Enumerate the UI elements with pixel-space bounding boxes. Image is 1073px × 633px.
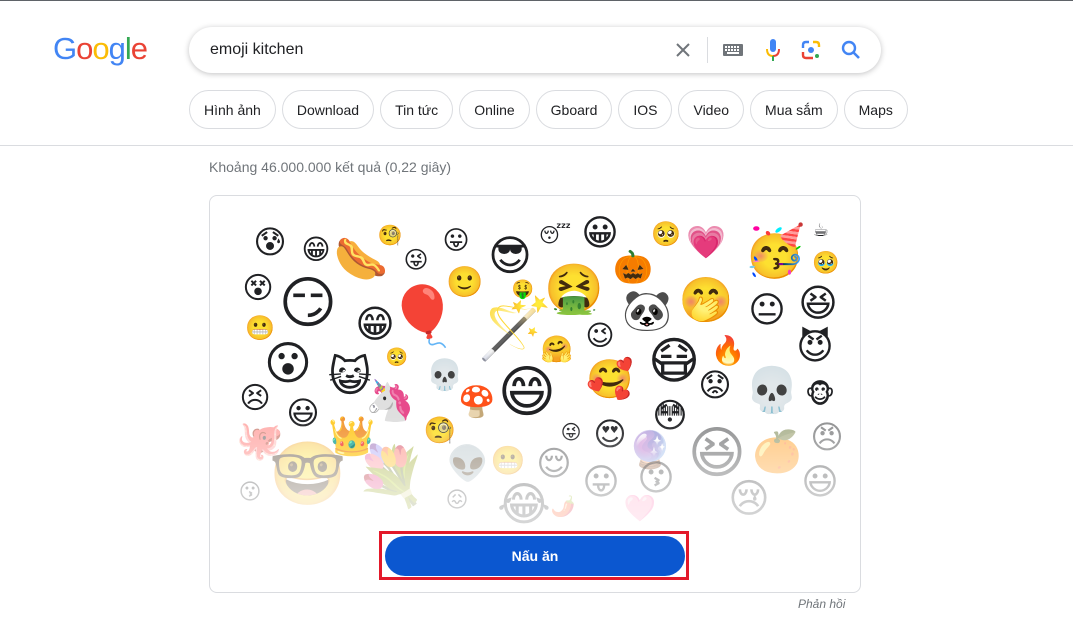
chip-images[interactable]: Hình ảnh — [189, 90, 276, 129]
emoji-pepper-icon: 🌶️ — [550, 494, 576, 518]
emoji-grin-icon: 😁 — [355, 302, 395, 346]
window-top-border — [0, 0, 1073, 1]
emoji-nerd-icon: 🤓 — [269, 437, 347, 510]
emoji-grin-side-icon: 😃 — [801, 462, 839, 503]
emoji-hand-mouth-icon: 🤭 — [678, 275, 734, 326]
emoji-orange-icon: 🍊 — [752, 429, 802, 475]
feedback-link[interactable]: Phản hồi — [798, 597, 845, 611]
emoji-flushed-icon: 😳 — [652, 396, 688, 436]
emoji-pleading-icon: 🥺 — [651, 220, 681, 248]
emoji-one-eye-icon: 🧐 — [377, 223, 403, 247]
chip-gboard[interactable]: Gboard — [535, 90, 613, 129]
emoji-grin-heart-icon: 😁 — [301, 233, 331, 266]
emoji-pink-heart-icon: 🩷 — [623, 494, 657, 524]
emoji-skull-icon: 💀 — [744, 365, 800, 416]
emoji-smirk-small-icon: 😉 — [585, 319, 615, 352]
emoji-mushroom-icon: 🍄 — [458, 385, 496, 420]
cook-button[interactable]: Nấu ăn — [385, 536, 685, 576]
chip-video[interactable]: Video — [678, 90, 745, 129]
emoji-sunglasses-icon: 😎 — [488, 231, 532, 280]
search-filter-chips: Hình ảnh Download Tin tức Online Gboard … — [189, 90, 908, 129]
emoji-hearts-face-icon: 🥰 — [586, 357, 634, 401]
emoji-tongue-out-icon: 😛 — [582, 462, 620, 503]
emoji-fire-icon: 🔥 — [710, 334, 746, 367]
search-input[interactable] — [210, 27, 660, 73]
emoji-smirk-grin-icon: 😆 — [798, 281, 838, 325]
emoji-alien-icon: 👽 — [446, 444, 490, 484]
emoji-neutral-icon: 😐 — [748, 290, 786, 331]
google-logo[interactable]: Google — [53, 31, 148, 67]
emoji-panda-icon: 🐼 — [622, 288, 672, 334]
chip-download[interactable]: Download — [281, 90, 375, 129]
emoji-heart-eyes-icon: 😍 — [593, 415, 627, 453]
emoji-angry-icon: 😠 — [810, 418, 844, 456]
search-icon[interactable] — [839, 27, 863, 73]
emoji-smile-open-icon: 😃 — [286, 394, 320, 432]
logo-letter: o — [92, 31, 109, 66]
emoji-flower-crown-icon: 😀 — [581, 213, 619, 254]
emoji-tongue-small-icon: 😜 — [560, 420, 582, 444]
emoji-tiny-squint-icon: 😖 — [445, 488, 469, 513]
logo-letter: g — [108, 31, 126, 66]
search-divider — [707, 37, 708, 63]
emoji-anxious-face-icon: 😰 — [253, 223, 287, 261]
emoji-wink-tongue-icon: 😜 — [403, 246, 429, 274]
emoji-crying-laugh-icon: 😢 — [728, 476, 770, 522]
chip-shopping[interactable]: Mua sắm — [750, 90, 838, 129]
emoji-vomit-icon: 🤮 — [544, 261, 604, 317]
emoji-kiss-small-icon: 😗 — [238, 480, 262, 505]
emoji-party-blob-icon: 🥳 — [743, 222, 807, 280]
emoji-pumpkin-icon: 🎃 — [613, 248, 653, 286]
chip-news[interactable]: Tin tức — [380, 90, 454, 129]
emoji-worried-tri-icon: 😟 — [698, 366, 732, 404]
emoji-laugh-big-icon: 😆 — [687, 421, 747, 486]
keyboard-icon[interactable] — [721, 27, 745, 73]
emoji-big-grin-icon: 😄 — [497, 360, 557, 425]
emoji-monkey-icon: 🐵 — [804, 380, 836, 410]
emoji-dizzy-grin-icon: 😵 — [242, 271, 274, 306]
emoji-mask-icon: 😷 — [647, 332, 701, 390]
emoji-coffee-icon: ☕ — [812, 220, 830, 241]
emoji-rolling-laugh-icon: 😂 — [497, 477, 551, 531]
logo-letter: e — [130, 31, 148, 66]
clear-icon[interactable] — [671, 27, 695, 73]
logo-letter: o — [76, 31, 93, 66]
emoji-open-mouth-icon: 😮 — [264, 336, 312, 390]
emoji-tiny-pleading-icon: 🥺 — [385, 347, 409, 368]
emoji-heart-face-icon: 💗 — [686, 223, 726, 261]
search-box — [189, 27, 881, 73]
chip-online[interactable]: Online — [459, 90, 530, 129]
google-lens-icon[interactable] — [799, 27, 823, 73]
emoji-smirk-laugh-icon: 😏 — [278, 271, 338, 336]
emoji-grimace-2-icon: 😬 — [490, 444, 526, 477]
result-stats: Khoảng 46.000.000 kết quả (0,22 giây) — [209, 159, 452, 175]
emoji-grimace-icon: 😣 — [239, 381, 271, 416]
microphone-icon[interactable] — [761, 27, 785, 73]
logo-letter: G — [53, 31, 77, 66]
emoji-devil-icon: 😈 — [796, 327, 834, 368]
emoji-holding-tears-icon: 🥹 — [812, 251, 840, 276]
emoji-bouquet-icon: 💐 — [354, 442, 428, 510]
chip-ios[interactable]: IOS — [618, 90, 673, 129]
emoji-tongue-face-icon: 😛 — [442, 226, 470, 256]
chip-maps[interactable]: Maps — [843, 90, 908, 129]
header-divider — [0, 145, 1073, 146]
emoji-kiss-icon: 😗 — [637, 458, 675, 499]
emoji-monocle-icon: 🧐 — [423, 416, 457, 446]
emoji-relieved-icon: 😌 — [536, 444, 572, 484]
emoji-sleepy-icon: 😴 — [538, 223, 572, 247]
